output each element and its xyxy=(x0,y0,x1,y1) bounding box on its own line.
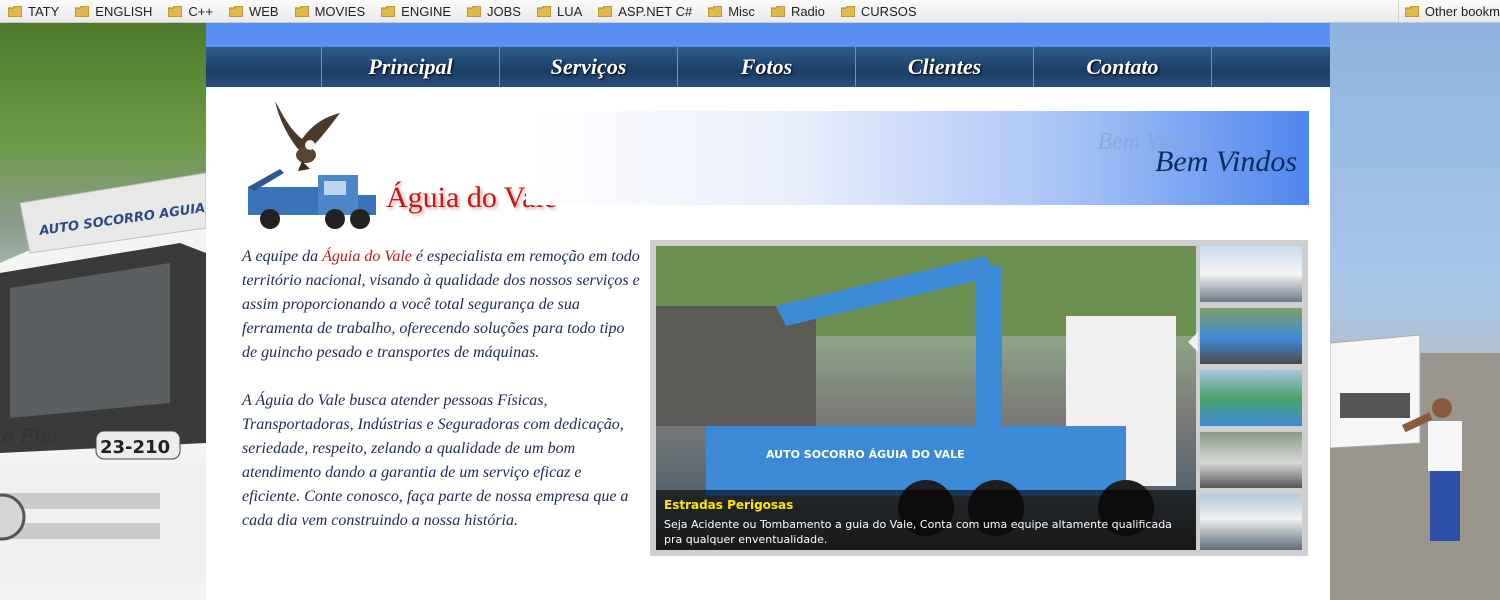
intro-paragraph-1: A equipe da Águia do Vale é especialista… xyxy=(242,245,642,365)
bookmark-label: CURSOS xyxy=(860,3,917,19)
main-nav: Principal Serviços Fotos Clientes Contat… xyxy=(206,47,1330,87)
eagle-icon xyxy=(275,101,340,171)
folder-icon xyxy=(1404,5,1419,17)
bookmark-misc[interactable]: Misc xyxy=(708,4,755,19)
folder-icon xyxy=(467,5,481,17)
thumbnail-strip xyxy=(1200,246,1302,556)
folder-icon xyxy=(75,5,90,17)
thumbnail-3[interactable] xyxy=(1200,370,1302,426)
folder-icon xyxy=(708,5,723,17)
other-bookmarks[interactable]: Other bookm xyxy=(1397,0,1500,22)
bookmark-aspnet[interactable]: ASP.NET C# xyxy=(598,4,692,19)
other-bookmarks-label: Other bookm xyxy=(1424,3,1500,19)
bookmark-label: JOBS xyxy=(487,3,521,19)
bookmark-web[interactable]: WEB xyxy=(228,3,279,19)
folder-icon xyxy=(168,5,183,17)
nav-contato[interactable]: Contato xyxy=(1034,47,1212,87)
worker-photo xyxy=(1330,334,1500,600)
background-photo-right xyxy=(1330,23,1500,600)
truck-number-text: 23-210 xyxy=(100,437,170,458)
intro-paragraph-2: A Águia do Vale busca atender pessoas Fí… xyxy=(242,392,629,529)
p1-brand: Águia do Vale xyxy=(322,248,412,265)
p1-text-a: A equipe da xyxy=(242,248,323,265)
bookmark-engine[interactable]: ENGINE xyxy=(381,4,451,19)
folder-icon xyxy=(294,5,309,17)
truck-photo: AUTO SOCORRO AGUIA e Fiel 23-210 xyxy=(0,172,206,600)
nav-spacer xyxy=(206,47,322,87)
top-strip xyxy=(206,23,1330,47)
eagle-truck-logo xyxy=(248,101,376,229)
banner-title: Bem Vindos xyxy=(1155,145,1297,178)
crane-body-text: AUTO SOCORRO ÁGUIA DO VALE xyxy=(766,448,965,461)
truck-side-text: e Fiel xyxy=(2,424,59,448)
nav-clientes[interactable]: Clientes xyxy=(856,47,1034,87)
folder-icon xyxy=(536,5,551,17)
background-photo-left: AUTO SOCORRO AGUIA e Fiel 23-210 xyxy=(0,23,206,600)
folder-icon xyxy=(598,5,613,17)
caption-description: Seja Acidente ou Tombamento a guia do Va… xyxy=(664,518,1172,546)
thumbnail-2[interactable] xyxy=(1200,308,1302,364)
bookmark-label: MOVIES xyxy=(314,3,366,19)
bookmark-label: ENGLISH xyxy=(95,3,153,19)
bookmark-label: Misc xyxy=(728,3,755,19)
thumbnail-4[interactable] xyxy=(1200,432,1302,488)
bookmark-label: TATY xyxy=(28,3,60,19)
folder-icon xyxy=(840,5,855,17)
welcome-banner: Bem Vindos Bem Vindos xyxy=(526,111,1309,205)
bookmark-label: LUA xyxy=(556,3,583,19)
nav-principal[interactable]: Principal xyxy=(322,47,500,87)
tow-truck-icon xyxy=(248,169,376,229)
bookmark-movies[interactable]: MOVIES xyxy=(294,3,366,19)
folder-icon xyxy=(228,5,243,17)
folder-icon xyxy=(8,5,22,17)
bookmark-jobs[interactable]: JOBS xyxy=(467,4,521,19)
nav-fotos[interactable]: Fotos xyxy=(678,47,856,87)
bookmark-lua[interactable]: LUA xyxy=(536,3,583,19)
bookmark-taty[interactable]: TATY xyxy=(8,4,59,19)
bookmark-label: WEB xyxy=(248,3,279,19)
folder-icon xyxy=(770,5,785,17)
bookmark-label: C++ xyxy=(188,3,213,19)
bookmark-label: ENGINE xyxy=(401,3,451,19)
bookmark-english[interactable]: ENGLISH xyxy=(75,4,152,19)
bookmarks-bar: TATY ENGLISH C++ WEB MOVIES ENGINE JOBS … xyxy=(0,0,1500,23)
bookmark-cursos[interactable]: CURSOS xyxy=(840,3,917,19)
nav-servicos[interactable]: Serviços xyxy=(500,47,678,87)
page-container: Principal Serviços Fotos Clientes Contat… xyxy=(206,23,1330,600)
intro-text: A equipe da Águia do Vale é especialista… xyxy=(242,245,642,557)
slide-caption: Estradas Perigosas Seja Acidente ou Tomb… xyxy=(656,490,1196,550)
thumbnail-1[interactable] xyxy=(1200,246,1302,302)
thumbnail-5[interactable] xyxy=(1200,494,1302,550)
caption-title: Estradas Perigosas xyxy=(664,498,794,512)
bookmark-label: ASP.NET C# xyxy=(618,3,693,19)
active-thumb-pointer xyxy=(1188,332,1198,352)
bookmark-radio[interactable]: Radio xyxy=(770,3,825,19)
bookmark-label: Radio xyxy=(790,3,825,19)
bookmark-cpp[interactable]: C++ xyxy=(168,4,213,19)
photo-slideshow: AUTO SOCORRO ÁGUIA DO VALE Estradas Peri… xyxy=(650,240,1308,556)
folder-icon xyxy=(381,5,396,17)
main-slide-image[interactable]: AUTO SOCORRO ÁGUIA DO VALE Estradas Peri… xyxy=(656,246,1196,550)
